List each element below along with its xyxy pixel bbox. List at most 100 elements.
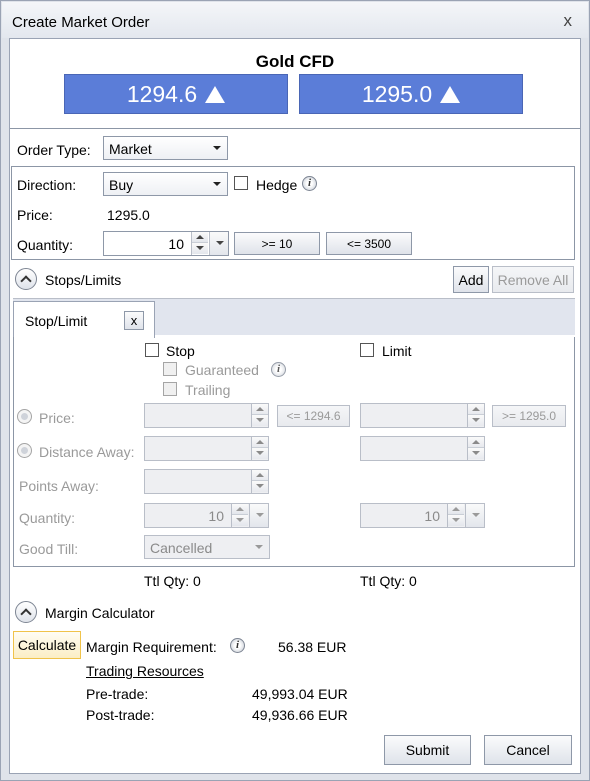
- direction-value: Buy: [109, 177, 134, 193]
- close-tab-icon[interactable]: x: [124, 311, 144, 330]
- chevron-down-icon[interactable]: [209, 232, 228, 255]
- stop-price-input[interactable]: [144, 403, 269, 428]
- quantity-stepper[interactable]: 10: [103, 231, 229, 256]
- quantity-label: Quantity:: [17, 237, 74, 253]
- spinner[interactable]: [251, 437, 268, 460]
- spin-up-icon[interactable]: [468, 437, 484, 448]
- calculate-button[interactable]: Calculate: [13, 631, 81, 659]
- stop-quantity-value: 10: [208, 508, 224, 524]
- hedge-label: Hedge: [256, 177, 298, 193]
- stops-limits-header: Stops/Limits: [45, 272, 122, 288]
- trading-resources-link[interactable]: Trading Resources: [86, 663, 204, 679]
- spin-down-icon[interactable]: [252, 448, 268, 459]
- buy-price-value: 1295.0: [361, 80, 433, 107]
- post-trade-label: Post-trade:: [86, 707, 155, 723]
- stop-total-quantity: Ttl Qty: 0: [144, 573, 201, 589]
- spin-up-icon[interactable]: [232, 504, 248, 515]
- spin-down-icon[interactable]: [232, 515, 248, 526]
- quantity-spinner[interactable]: [191, 232, 208, 255]
- order-window: Create Market Order x Gold CFD 1294.6 12…: [0, 0, 590, 781]
- hedge-checkbox[interactable]: [234, 176, 248, 190]
- submit-button[interactable]: Submit: [384, 735, 471, 765]
- trailing-checkbox[interactable]: [163, 382, 177, 396]
- chevron-down-icon: [213, 146, 221, 150]
- pre-trade-label: Pre-trade:: [86, 686, 149, 702]
- pre-trade-value: 49,993.04 EUR: [252, 686, 348, 702]
- spin-up-icon[interactable]: [192, 232, 208, 243]
- window-title: Create Market Order: [12, 14, 150, 31]
- title-bar: Create Market Order x: [2, 2, 588, 38]
- stop-price-hint-button[interactable]: <= 1294.6: [277, 405, 350, 427]
- min-quantity-button[interactable]: >= 10: [234, 232, 320, 255]
- limit-quantity-stepper[interactable]: 10: [360, 503, 485, 528]
- collapse-stops-icon[interactable]: [15, 268, 37, 290]
- collapse-margin-icon[interactable]: [15, 601, 37, 623]
- limit-price-input[interactable]: [360, 403, 485, 428]
- spinner[interactable]: [467, 404, 484, 427]
- post-trade-value: 49,936.66 EUR: [252, 707, 348, 723]
- max-quantity-button[interactable]: <= 3500: [326, 232, 412, 255]
- spinner[interactable]: [251, 470, 268, 493]
- trailing-label: Trailing: [185, 382, 231, 398]
- stop-distance-input[interactable]: [144, 436, 269, 461]
- spin-down-icon[interactable]: [192, 243, 208, 254]
- spin-down-icon[interactable]: [252, 481, 268, 492]
- spin-down-icon[interactable]: [252, 415, 268, 426]
- stop-points-input[interactable]: [144, 469, 269, 494]
- info-icon[interactable]: i: [302, 176, 317, 191]
- up-arrow-icon: [205, 85, 226, 103]
- price-radio[interactable]: [17, 409, 32, 424]
- guaranteed-checkbox[interactable]: [163, 362, 177, 376]
- spinner[interactable]: [231, 504, 248, 527]
- spinner[interactable]: [251, 404, 268, 427]
- spin-up-icon[interactable]: [252, 437, 268, 448]
- margin-requirement-value: 56.38 EUR: [278, 639, 347, 655]
- tab-stop-limit-label: Stop/Limit: [25, 313, 88, 329]
- dialog-content: Gold CFD 1294.6 1295.0 Order Type: Marke…: [9, 38, 581, 774]
- close-icon[interactable]: x: [564, 11, 573, 31]
- sl-quantity-label: Quantity:: [19, 510, 76, 526]
- good-till-value: Cancelled: [150, 540, 213, 556]
- add-stop-limit-button[interactable]: Add: [453, 266, 489, 293]
- spin-down-icon[interactable]: [468, 448, 484, 459]
- remove-all-button[interactable]: Remove All: [492, 266, 574, 293]
- distance-away-label: Distance Away:: [39, 444, 135, 460]
- tab-stop-limit[interactable]: Stop/Limit x: [13, 301, 155, 338]
- spin-up-icon[interactable]: [448, 504, 464, 515]
- spin-down-icon[interactable]: [468, 415, 484, 426]
- points-away-label: Points Away:: [19, 478, 99, 494]
- limit-label: Limit: [382, 343, 412, 359]
- sl-price-label: Price:: [39, 410, 75, 426]
- price-value: 1295.0: [107, 207, 150, 223]
- sell-price-value: 1294.6: [126, 80, 198, 107]
- spin-up-icon[interactable]: [252, 404, 268, 415]
- distance-radio[interactable]: [17, 443, 32, 458]
- order-type-select[interactable]: Market: [103, 136, 228, 160]
- quantity-value: 10: [168, 236, 184, 252]
- cancel-button[interactable]: Cancel: [484, 735, 572, 765]
- chevron-down-icon[interactable]: [249, 504, 268, 527]
- limit-total-quantity: Ttl Qty: 0: [360, 573, 417, 589]
- spinner[interactable]: [447, 504, 464, 527]
- limit-checkbox[interactable]: [360, 343, 374, 357]
- good-till-label: Good Till:: [19, 541, 79, 557]
- limit-distance-input[interactable]: [360, 436, 485, 461]
- spin-up-icon[interactable]: [252, 470, 268, 481]
- margin-calculator-header: Margin Calculator: [45, 605, 155, 621]
- limit-price-hint-button[interactable]: >= 1295.0: [492, 405, 566, 427]
- good-till-select[interactable]: Cancelled: [144, 535, 270, 559]
- spin-up-icon[interactable]: [468, 404, 484, 415]
- info-icon[interactable]: i: [271, 362, 286, 377]
- direction-select[interactable]: Buy: [103, 172, 228, 196]
- info-icon[interactable]: i: [230, 638, 245, 653]
- chevron-down-icon[interactable]: [465, 504, 484, 527]
- guaranteed-label: Guaranteed: [185, 362, 259, 378]
- chevron-down-icon: [213, 182, 221, 186]
- spin-down-icon[interactable]: [448, 515, 464, 526]
- sell-price-button[interactable]: 1294.6: [64, 74, 288, 114]
- buy-price-button[interactable]: 1295.0: [299, 74, 523, 114]
- stop-checkbox[interactable]: [145, 343, 159, 357]
- spinner[interactable]: [467, 437, 484, 460]
- stop-quantity-stepper[interactable]: 10: [144, 503, 269, 528]
- divider: [10, 128, 580, 129]
